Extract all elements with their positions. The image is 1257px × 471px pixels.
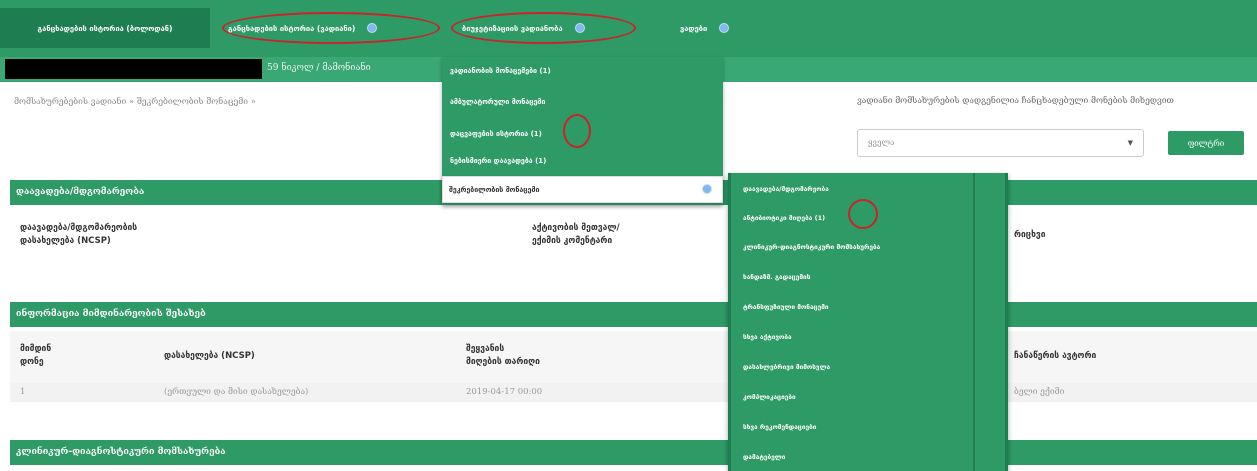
table-cell: 1: [20, 387, 26, 397]
tab-label: ვადები: [680, 23, 708, 33]
info-dot-icon: [702, 184, 712, 194]
info-dot-icon: [367, 23, 378, 33]
menu-item-collection-data[interactable]: შეკრებილობის მონაცემი: [442, 176, 723, 203]
submenu-item[interactable]: ხანდაზმ. გადაცემის: [743, 273, 810, 281]
tab-label: განცხადების ისტორია (ბოლოდან): [37, 23, 173, 33]
tab-label: განცხადების ისტორია (ვადიანი): [228, 23, 356, 33]
info-dot-icon: [574, 23, 585, 33]
filter-button[interactable]: ფილტრი: [1168, 131, 1244, 155]
menu-item[interactable]: ნებისმიერი დაავადება (1): [450, 157, 546, 165]
submenu-item[interactable]: დასახლებრივი მიმოსვლა: [743, 363, 830, 371]
table-cell: 2019-04-17 00:00: [466, 387, 543, 397]
submenu-item[interactable]: კომპლიკაციები: [743, 393, 796, 401]
redacted-block: [5, 59, 262, 79]
tab-label: ბიუჯეტიზაციის ვადიანობა: [462, 23, 563, 33]
column-header: აქტივობის მეთვალ/ ექიმის კომენტარი: [532, 223, 620, 246]
section-header-clinical: კლინიკურ-დიაგნოსტიკური მომსახურება: [10, 440, 1257, 465]
section-header-info: ინფორმაცია მიმდინარეობის შესახებ: [10, 302, 1257, 327]
column-header: ჩანაწერის ავტორი: [1014, 351, 1097, 361]
submenu-item[interactable]: ანტიბიოტიკი მიღება (1): [743, 214, 825, 222]
submenu-item[interactable]: ტრანსფუზიული მონაცემი: [743, 303, 829, 311]
filter-label: ვადიანი მომსახურების დადგენილია ჩანცხადე…: [857, 96, 1174, 106]
submenu-item[interactable]: სხვა რეკომენდაციები: [743, 423, 816, 431]
table-cell: ბელი ექიმი: [1014, 387, 1065, 397]
submenu-item[interactable]: დამატებელი: [743, 453, 785, 461]
menu-item[interactable]: დაცვაფების ისტორია (1): [450, 130, 542, 138]
table-cell: (ერთეული და მისი დასახელება): [164, 387, 309, 397]
top-nav: განცხადების ისტორია (ბოლოდან) განცხადები…: [0, 0, 1257, 57]
submenu-item[interactable]: სხვა აქტივობა: [743, 333, 792, 341]
column-header: მიმდინ დონე: [20, 344, 52, 367]
submenu-item[interactable]: კლინიკურ-დიაგნოსტიკური მომსახურება: [743, 243, 880, 251]
column-header: რიცხვი: [1014, 230, 1046, 240]
tab-application-history-recent[interactable]: განცხადების ისტორია (ბოლოდან): [0, 8, 210, 48]
menu-item[interactable]: ვადიანობის მონაცემები (1): [450, 67, 551, 75]
submenu-divider: [973, 173, 975, 471]
submenu-item[interactable]: დაავადება/მდგომარეობა: [743, 185, 829, 193]
tab-terms[interactable]: ვადები: [680, 8, 730, 48]
column-header: შეყვანის მიღების თარიღი: [466, 344, 540, 367]
user-info: 59 ნიკოლ / მამონიანი: [267, 63, 371, 73]
caret-down-icon: ▼: [1127, 139, 1133, 147]
submenu-collection-data: დაავადება/მდგომარეობა ანტიბიოტიკი მიღება…: [728, 173, 1008, 471]
menu-item[interactable]: ამბულატორული მონაცემი: [450, 98, 545, 106]
tab-application-history-term[interactable]: განცხადების ისტორია (ვადიანი): [228, 8, 378, 48]
menu-item-label: შეკრებილობის მონაცემი: [449, 186, 540, 194]
info-dot-icon: [719, 23, 730, 33]
filter-select-value: ყველა: [868, 138, 895, 147]
column-header: დასახელება (NCSP): [164, 351, 255, 361]
breadcrumb[interactable]: მომსახურებების ვადიანი » შეკრებილობის მო…: [14, 97, 256, 107]
column-header: დაავადება/მდგომარეობის დასახელება (NCSP): [20, 223, 138, 246]
tab-budget-term[interactable]: ბიუჯეტიზაციის ვადიანობა: [462, 8, 585, 48]
filter-select[interactable]: ყველა ▼: [857, 129, 1144, 157]
